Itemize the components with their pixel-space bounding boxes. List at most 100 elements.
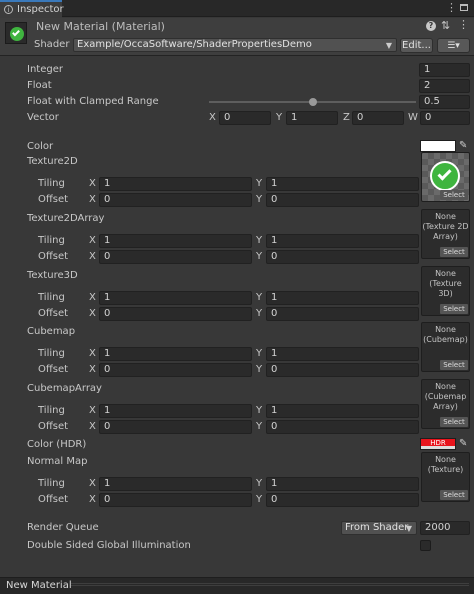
edit-shader-button[interactable]: Edit... bbox=[400, 38, 433, 53]
material-icon bbox=[5, 22, 27, 44]
offset-label: Offset bbox=[38, 421, 69, 432]
help-icon[interactable]: ? bbox=[426, 21, 436, 31]
offset-x-field[interactable]: 0 bbox=[99, 307, 252, 321]
tab-inspector[interactable]: i Inspector bbox=[0, 0, 64, 18]
tiling-y-axis: Y bbox=[256, 348, 263, 359]
chevron-down-icon: ▼ bbox=[405, 524, 412, 533]
footer-title: New Material bbox=[6, 580, 72, 591]
offset-y-field[interactable]: 0 bbox=[266, 250, 419, 264]
select-button[interactable]: Select bbox=[440, 360, 468, 370]
vector-z-field[interactable]: 0 bbox=[352, 111, 404, 125]
vector-y-field[interactable]: 1 bbox=[286, 111, 338, 125]
select-button[interactable]: Select bbox=[440, 490, 468, 500]
tiling-x-field[interactable]: 1 bbox=[99, 291, 252, 305]
offset-x-field[interactable]: 0 bbox=[99, 493, 252, 507]
offset-x-field[interactable]: 0 bbox=[99, 420, 252, 434]
tiling-x-field[interactable]: 1 bbox=[99, 177, 252, 191]
tiling-y-field[interactable]: 1 bbox=[266, 404, 419, 418]
offset-x-axis: X bbox=[89, 494, 96, 505]
list-menu-icon: ☰▾ bbox=[447, 41, 460, 51]
tiling-x-axis: X bbox=[89, 478, 96, 489]
select-button[interactable]: Select bbox=[440, 190, 468, 200]
select-button[interactable]: Select bbox=[440, 417, 468, 427]
texture-none-text: None (Cubemap Array) bbox=[424, 382, 467, 411]
eyedropper-icon[interactable]: ✎ bbox=[459, 437, 467, 451]
shader-value: Example/OccaSoftware/ShaderPropertiesDem… bbox=[77, 39, 312, 50]
offset-label: Offset bbox=[38, 364, 69, 375]
offset-x-field[interactable]: 0 bbox=[99, 250, 252, 264]
slider-thumb[interactable] bbox=[308, 98, 317, 106]
color-swatch[interactable] bbox=[420, 140, 456, 152]
preset-icon[interactable]: ⇅ bbox=[441, 19, 450, 33]
material-title: New Material (Material) bbox=[36, 20, 165, 33]
texture-none-text: None (Cubemap) bbox=[423, 325, 468, 344]
offset-x-axis: X bbox=[89, 308, 96, 319]
float-field[interactable]: 2 bbox=[419, 79, 470, 93]
shader-dropdown[interactable]: Example/OccaSoftware/ShaderPropertiesDem… bbox=[73, 38, 397, 52]
tiling-y-field[interactable]: 1 bbox=[266, 177, 419, 191]
more-options-icon[interactable]: ⋮ bbox=[446, 1, 457, 15]
texture-label: Texture2D bbox=[27, 156, 78, 167]
tiling-x-field[interactable]: 1 bbox=[99, 477, 252, 491]
tiling-label: Tiling bbox=[38, 348, 65, 359]
texture-slot[interactable]: None (Cubemap) Select bbox=[421, 322, 470, 372]
tiling-y-field[interactable]: 1 bbox=[266, 291, 419, 305]
chevron-down-icon: ▼ bbox=[385, 41, 392, 50]
select-button[interactable]: Select bbox=[440, 304, 468, 314]
texture-slot[interactable]: None (Texture 3D) Select bbox=[421, 266, 470, 316]
double-sided-gi-checkbox[interactable] bbox=[420, 540, 431, 551]
eyedropper-icon[interactable]: ✎ bbox=[459, 139, 467, 153]
offset-y-field[interactable]: 0 bbox=[266, 193, 419, 207]
offset-y-field[interactable]: 0 bbox=[266, 307, 419, 321]
texture-label: Texture2DArray bbox=[27, 213, 105, 224]
tiling-x-field[interactable]: 1 bbox=[99, 234, 252, 248]
tiling-x-field[interactable]: 1 bbox=[99, 404, 252, 418]
texture-none-text: None (Texture 2D Array) bbox=[422, 212, 469, 241]
render-queue-field[interactable]: 2000 bbox=[420, 521, 470, 535]
texture-slot[interactable]: None (Cubemap Array) Select bbox=[421, 379, 470, 429]
tiling-y-field[interactable]: 1 bbox=[266, 234, 419, 248]
texture-slot[interactable]: None (Texture) Select bbox=[421, 452, 470, 502]
vector-x-field[interactable]: 0 bbox=[219, 111, 271, 125]
offset-x-axis: X bbox=[89, 251, 96, 262]
texture-slot[interactable]: Select bbox=[421, 152, 470, 202]
color-label: Color bbox=[27, 141, 54, 152]
more-options-icon[interactable]: ⋮ bbox=[458, 18, 469, 32]
vector-z-axis: Z bbox=[343, 112, 350, 123]
vector-w-field[interactable]: 0 bbox=[420, 111, 470, 125]
tiling-x-field[interactable]: 1 bbox=[99, 347, 252, 361]
tiling-label: Tiling bbox=[38, 235, 65, 246]
offset-y-field[interactable]: 0 bbox=[266, 363, 419, 377]
offset-label: Offset bbox=[38, 194, 69, 205]
checkmark-icon bbox=[10, 27, 24, 41]
checkmark-icon bbox=[430, 161, 460, 191]
footer-drag-handle[interactable] bbox=[71, 583, 469, 586]
tiling-y-field[interactable]: 1 bbox=[266, 347, 419, 361]
texture-label: Cubemap bbox=[27, 326, 76, 337]
hdr-underline bbox=[421, 446, 455, 449]
float-range-field[interactable]: 0.5 bbox=[419, 95, 470, 109]
offset-label: Offset bbox=[38, 494, 69, 505]
texture-slot[interactable]: None (Texture 2D Array) Select bbox=[421, 209, 470, 259]
color-hdr-swatch[interactable]: HDR bbox=[420, 438, 456, 450]
offset-x-axis: X bbox=[89, 421, 96, 432]
render-queue-dropdown[interactable]: From Shader ▼ bbox=[341, 521, 417, 535]
offset-y-axis: Y bbox=[256, 251, 263, 262]
offset-x-field[interactable]: 0 bbox=[99, 363, 252, 377]
integer-field[interactable]: 1 bbox=[419, 63, 470, 77]
float-label: Float bbox=[27, 80, 52, 91]
float-range-slider[interactable] bbox=[209, 95, 416, 109]
tiling-y-field[interactable]: 1 bbox=[266, 477, 419, 491]
offset-y-field[interactable]: 0 bbox=[266, 493, 419, 507]
tiling-y-axis: Y bbox=[256, 405, 263, 416]
float-range-label: Float with Clamped Range bbox=[27, 96, 159, 107]
offset-label: Offset bbox=[38, 251, 69, 262]
maximize-icon[interactable] bbox=[460, 4, 468, 11]
shader-options-button[interactable]: ☰▾ bbox=[437, 38, 470, 53]
offset-y-field[interactable]: 0 bbox=[266, 420, 419, 434]
offset-x-field[interactable]: 0 bbox=[99, 193, 252, 207]
tiling-label: Tiling bbox=[38, 405, 65, 416]
select-button[interactable]: Select bbox=[440, 247, 468, 257]
tiling-y-axis: Y bbox=[256, 478, 263, 489]
texture-label: Normal Map bbox=[27, 456, 88, 467]
